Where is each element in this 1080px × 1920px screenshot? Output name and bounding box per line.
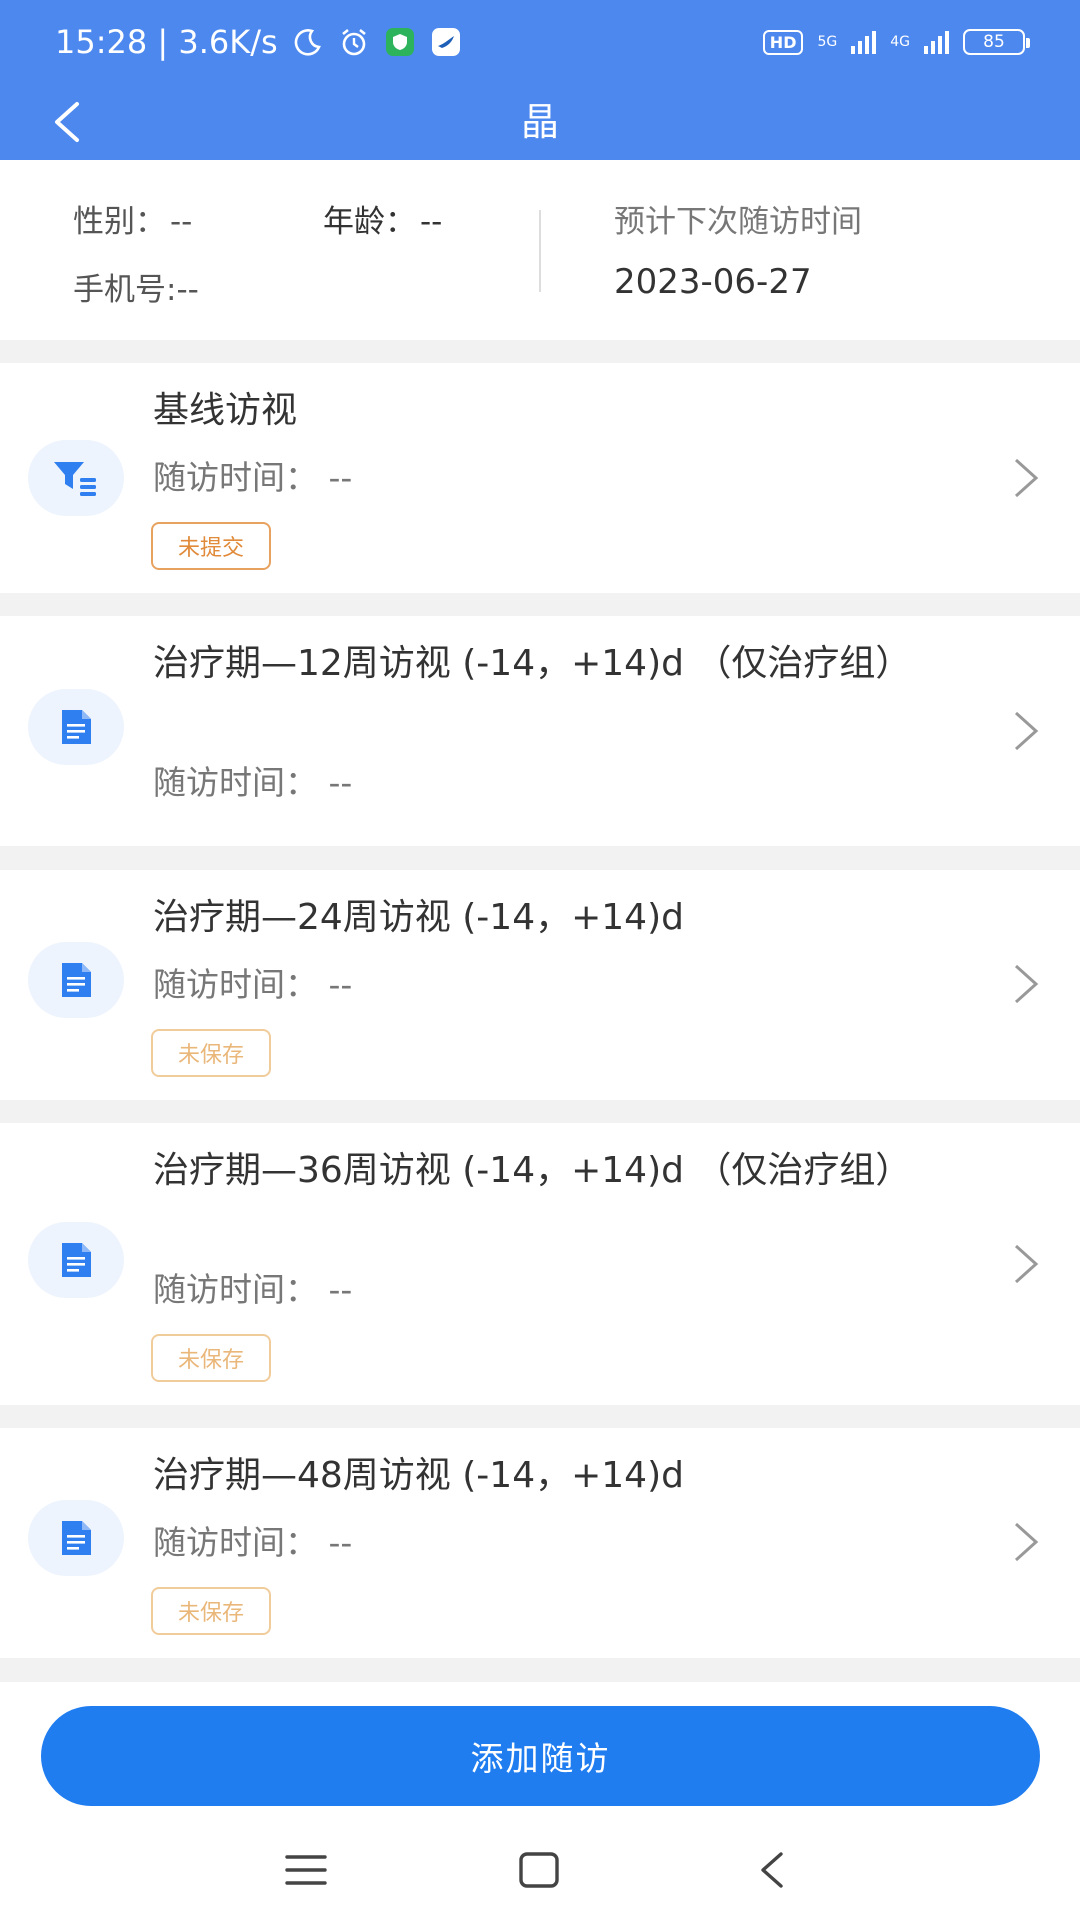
visit-card[interactable]: 治疗期—24周访视 (-14，+14)d 随访时间： -- 未保存: [0, 870, 1080, 1100]
patient-info-panel: 性别： -- 年龄： -- 手机号:-- 预计下次随访时间 2023-06-27: [0, 160, 1080, 340]
add-visit-button[interactable]: 添加随访: [41, 1706, 1040, 1806]
status-badge: 未保存: [151, 1587, 271, 1635]
age-field: 年龄： --: [323, 196, 442, 241]
chevron-right-icon: [1006, 1236, 1046, 1292]
message-app-icon: [430, 26, 462, 58]
app-header: 15:28 | 3.6K/s HD 5G 4G 85 晶: [0, 0, 1080, 160]
gender-label: 性别：: [73, 204, 166, 240]
visit-card[interactable]: 基线访视 随访时间： -- 未提交: [0, 363, 1080, 593]
document-icon: [28, 1500, 124, 1576]
next-visit-date: 2023-06-27: [614, 262, 812, 302]
visit-title: 治疗期—24周访视 (-14，+14)d: [153, 897, 684, 938]
document-icon: [28, 1222, 124, 1298]
visit-title: 基线访视: [153, 390, 298, 431]
visit-card[interactable]: 治疗期—12周访视 (-14，+14)d （仅治疗组） 随访时间： --: [0, 616, 1080, 846]
menu-icon[interactable]: [276, 1845, 336, 1895]
page-title: 晶: [520, 100, 559, 144]
alarm-icon: [338, 26, 370, 58]
battery-icon: 85: [963, 29, 1030, 55]
chevron-right-icon: [1006, 956, 1046, 1012]
back-icon[interactable]: [742, 1845, 802, 1895]
document-icon: [28, 942, 124, 1018]
status-badge: 未保存: [151, 1029, 271, 1077]
signal-icon: [851, 30, 877, 54]
visit-card[interactable]: 治疗期—48周访视 (-14，+14)d 随访时间： -- 未保存: [0, 1428, 1080, 1658]
visit-card[interactable]: 治疗期—36周访视 (-14，+14)d （仅治疗组） 随访时间： -- 未保存: [0, 1123, 1080, 1405]
status-time-speed: 15:28 | 3.6K/s: [55, 23, 278, 61]
security-app-icon: [384, 26, 416, 58]
age-label: 年龄：: [323, 204, 416, 240]
info-divider: [539, 210, 541, 292]
visit-time: 随访时间： --: [153, 1270, 353, 1309]
gender-field: 性别： --: [73, 196, 192, 241]
visit-title: 治疗期—36周访视 (-14，+14)d （仅治疗组）: [153, 1150, 912, 1191]
visit-title: 治疗期—12周访视 (-14，+14)d （仅治疗组）: [153, 643, 912, 684]
visit-time: 随访时间： --: [153, 1523, 353, 1562]
chevron-right-icon: [1006, 450, 1046, 506]
home-icon[interactable]: [509, 1845, 569, 1895]
gender-value: --: [170, 204, 193, 240]
visit-time: 随访时间： --: [153, 458, 353, 497]
nav-bar: 晶: [0, 84, 1080, 160]
status-badge: 未保存: [151, 1334, 271, 1382]
status-bar: 15:28 | 3.6K/s HD 5G 4G 85: [0, 0, 1080, 84]
document-icon: [28, 689, 124, 765]
filter-list-icon: [28, 440, 124, 516]
next-visit-label: 预计下次随访时间: [614, 204, 862, 240]
visit-time: 随访时间： --: [153, 965, 353, 1004]
signal-icon-2: [924, 30, 949, 54]
system-nav-bar: [0, 1820, 1080, 1920]
hd-badge: HD: [762, 29, 804, 55]
chevron-right-icon: [1006, 703, 1046, 759]
status-badge: 未提交: [151, 522, 271, 570]
visit-title: 治疗期—48周访视 (-14，+14)d: [153, 1455, 684, 1496]
moon-icon: [292, 26, 324, 58]
age-value: --: [420, 204, 443, 240]
visit-time: 随访时间： --: [153, 763, 353, 802]
network-4g-label: 4G: [890, 34, 910, 50]
phone-field: 手机号:--: [73, 272, 199, 308]
chevron-right-icon: [1006, 1514, 1046, 1570]
network-5g-label: 5G: [817, 34, 838, 50]
